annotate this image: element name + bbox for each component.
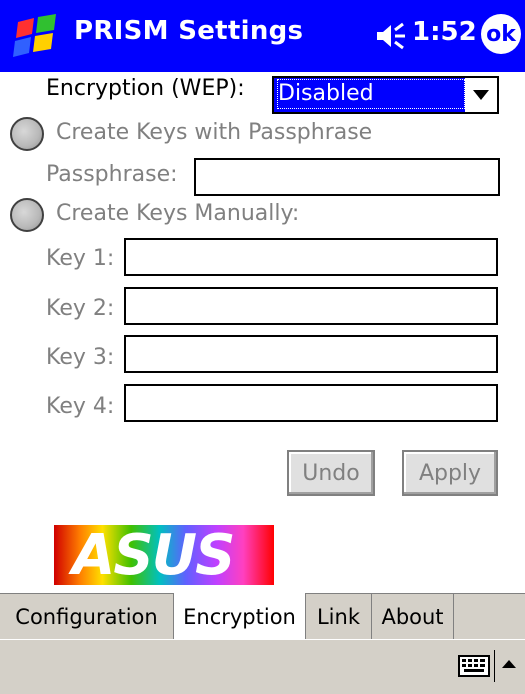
- asus-logo-text: ASUS: [72, 525, 235, 585]
- command-bar: [0, 639, 525, 694]
- key4-field[interactable]: [124, 384, 498, 422]
- title-bar: PRISM Settings 1:52 ok: [0, 0, 525, 72]
- dropdown-arrow[interactable]: [465, 78, 497, 112]
- chevron-down-icon: [473, 90, 489, 100]
- passphrase-label: Passphrase:: [46, 162, 178, 187]
- radio-passphrase[interactable]: [10, 117, 44, 151]
- key4-label: Key 4:: [46, 394, 115, 419]
- undo-button[interactable]: Undo: [287, 450, 375, 496]
- ok-button[interactable]: ok: [481, 14, 521, 54]
- speaker-icon[interactable]: [375, 22, 409, 50]
- encryption-select-value: Disabled: [277, 79, 465, 109]
- tab-strip: Configuration Encryption Link About: [0, 593, 525, 640]
- radio-passphrase-label: Create Keys with Passphrase: [56, 120, 373, 145]
- tab-encryption[interactable]: Encryption: [174, 593, 306, 640]
- key1-label: Key 1:: [46, 246, 115, 271]
- tab-link[interactable]: Link: [306, 594, 372, 640]
- passphrase-field[interactable]: [194, 158, 500, 196]
- key2-field[interactable]: [124, 287, 498, 325]
- windows-start-icon[interactable]: [12, 12, 64, 60]
- app-title: PRISM Settings: [74, 16, 304, 46]
- key1-field[interactable]: [124, 238, 498, 276]
- apply-button[interactable]: Apply: [402, 450, 498, 496]
- key3-field[interactable]: [124, 335, 498, 373]
- encryption-select[interactable]: Disabled: [272, 76, 499, 114]
- radio-manual[interactable]: [10, 198, 44, 232]
- key2-label: Key 2:: [46, 296, 115, 321]
- clock[interactable]: 1:52: [412, 17, 477, 47]
- tab-about[interactable]: About: [372, 594, 454, 640]
- radio-manual-label: Create Keys Manually:: [56, 201, 300, 226]
- keyboard-icon[interactable]: [458, 654, 490, 678]
- input-menu-arrow-icon[interactable]: [500, 656, 518, 672]
- tab-configuration[interactable]: Configuration: [0, 594, 174, 640]
- key3-label: Key 3:: [46, 345, 115, 370]
- encryption-label: Encryption (WEP):: [46, 76, 245, 101]
- asus-logo: ASUS: [54, 525, 274, 585]
- divider: [494, 650, 495, 682]
